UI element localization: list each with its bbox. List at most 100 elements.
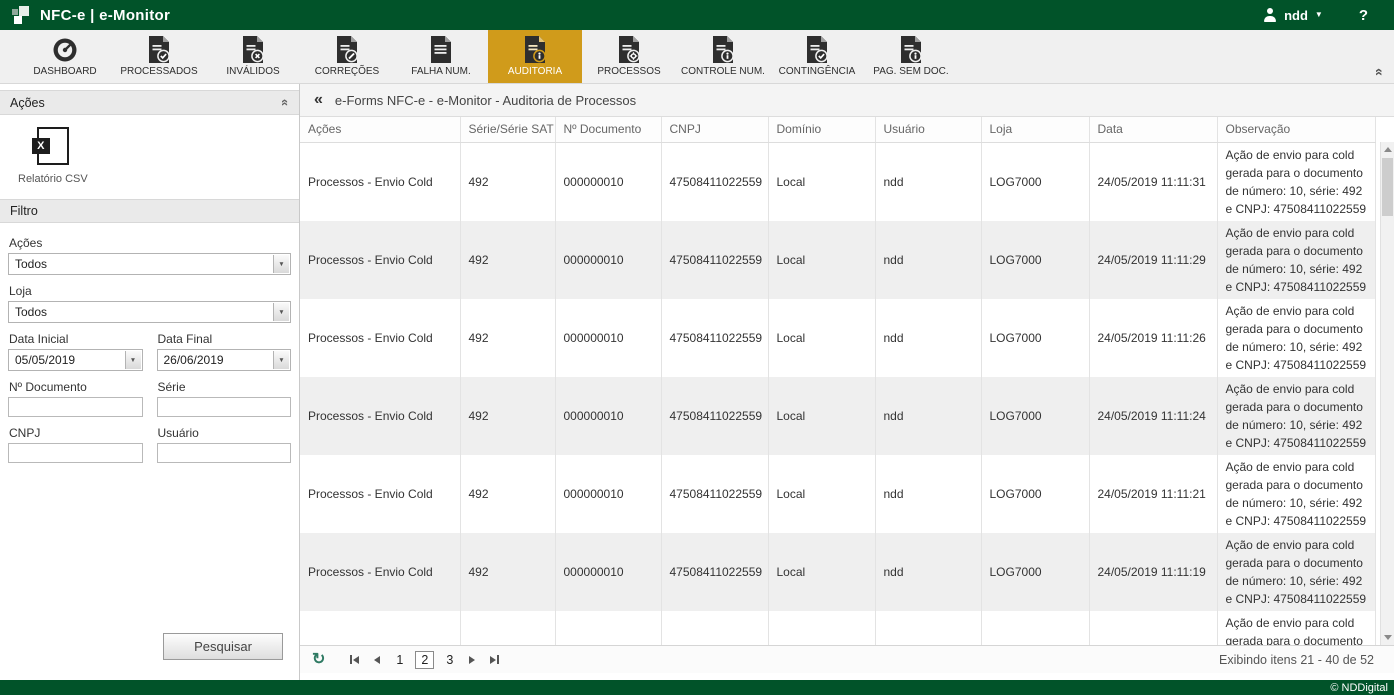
col-header-loja[interactable]: Loja xyxy=(981,117,1089,142)
data-final-select[interactable]: 26/06/2019 xyxy=(157,349,292,371)
tab-label: CONTROLE NUM. xyxy=(681,66,765,77)
dropdown-arrow-icon[interactable] xyxy=(273,351,289,369)
sidebar: Ações « X Relatório CSV Filtro Ações Tod… xyxy=(0,84,300,680)
table-row[interactable]: Processos - Envio Cold 492 000000010 475… xyxy=(300,142,1375,221)
dropdown-arrow-icon[interactable] xyxy=(273,255,289,273)
loja-filter-select[interactable]: Todos xyxy=(8,301,291,323)
actions-section-header[interactable]: Ações « xyxy=(0,90,299,115)
tab-controle-num[interactable]: CONTROLE NUM. xyxy=(676,30,770,83)
cell-acoes: Processos - Envio Cold xyxy=(300,377,460,455)
tab-processados[interactable]: PROCESSADOS xyxy=(112,30,206,83)
cell-serie: 492 xyxy=(460,221,555,299)
dropdown-arrow-icon[interactable] xyxy=(273,303,289,321)
cell-serie: 492 xyxy=(460,377,555,455)
data-inicial-select[interactable]: 05/05/2019 xyxy=(8,349,143,371)
cell-acoes: Processos - Envio Cold xyxy=(300,221,460,299)
acoes-filter-value: Todos xyxy=(15,257,47,271)
col-header-documento[interactable]: Nº Documento xyxy=(555,117,661,142)
scrollbar-down-arrow-icon[interactable] xyxy=(1381,630,1394,645)
cnpj-input[interactable] xyxy=(8,443,143,463)
cell-observacao: Ação de envio para cold gerada para o do… xyxy=(1217,611,1375,646)
cell-documento: 000000010 xyxy=(555,533,661,611)
cell-dominio: Local xyxy=(768,533,875,611)
page-number-1[interactable]: 1 xyxy=(391,652,408,668)
sidebar-collapse-chevron-icon[interactable]: « xyxy=(314,91,323,109)
table-row[interactable]: Processos - Envio Cold 492 000000010 475… xyxy=(300,377,1375,455)
footer-copyright: © NDDigital xyxy=(1330,682,1388,694)
col-header-serie[interactable]: Série/Série SAT xyxy=(460,117,555,142)
documento-label: Nº Documento xyxy=(9,380,143,394)
tab-processos[interactable]: PROCESSOS xyxy=(582,30,676,83)
table-row[interactable]: Processos - Envio Cold 492 000000010 475… xyxy=(300,455,1375,533)
user-name: ndd xyxy=(1284,8,1308,23)
dropdown-arrow-icon[interactable] xyxy=(125,351,141,369)
col-header-usuario[interactable]: Usuário xyxy=(875,117,981,142)
table-row[interactable]: Processos - Envio Cold 492 000000010 475… xyxy=(300,299,1375,377)
cell-cnpj: 47508411022559 xyxy=(661,455,768,533)
cell-observacao: Ação de envio para cold gerada para o do… xyxy=(1217,455,1375,533)
cell-observacao: Ação de envio para cold gerada para o do… xyxy=(1217,221,1375,299)
last-page-button[interactable] xyxy=(486,655,503,664)
csv-report-button[interactable]: X Relatório CSV xyxy=(18,127,88,185)
tab-label: PAG. SEM DOC. xyxy=(873,66,948,77)
tab-label: CONTINGÊNCIA xyxy=(779,66,856,77)
col-header-acoes[interactable]: Ações xyxy=(300,117,460,142)
col-header-observacao[interactable]: Observação xyxy=(1217,117,1375,142)
table-row[interactable]: Processos - Envio Cold 492 000000010 475… xyxy=(300,533,1375,611)
page-number-2-current[interactable]: 2 xyxy=(415,651,434,669)
table-row[interactable]: Processos - Envio Cold 492 000000010 475… xyxy=(300,221,1375,299)
cell-data: 24/05/2019 11:11:16 xyxy=(1089,611,1217,646)
first-page-button[interactable] xyxy=(346,655,363,664)
cell-data: 24/05/2019 11:11:29 xyxy=(1089,221,1217,299)
tab-dashboard[interactable]: DASHBOARD xyxy=(18,30,112,83)
tab-correcoes[interactable]: CORREÇÕES xyxy=(300,30,394,83)
scrollbar-thumb[interactable] xyxy=(1382,158,1393,216)
page-number-3[interactable]: 3 xyxy=(441,652,458,668)
scrollbar-up-arrow-icon[interactable] xyxy=(1381,142,1394,157)
col-header-dominio[interactable]: Domínio xyxy=(768,117,875,142)
col-header-cnpj[interactable]: CNPJ xyxy=(661,117,768,142)
user-menu[interactable]: ndd ▼ xyxy=(1262,8,1323,23)
usuario-input[interactable] xyxy=(157,443,292,463)
cell-cnpj: 47508411022559 xyxy=(661,611,768,646)
tab-falha-num[interactable]: FALHA NUM. xyxy=(394,30,488,83)
refresh-icon[interactable]: ↻ xyxy=(312,652,325,668)
tab-contingencia[interactable]: CONTINGÊNCIA xyxy=(770,30,864,83)
top-bar: NFC-e | e-Monitor ndd ▼ ? xyxy=(0,0,1394,30)
cell-cnpj: 47508411022559 xyxy=(661,299,768,377)
search-button[interactable]: Pesquisar xyxy=(163,633,283,660)
toolbar-collapse-chevron-icon[interactable]: « xyxy=(1372,68,1388,76)
previous-page-button[interactable] xyxy=(370,656,384,664)
cell-usuario: ndd xyxy=(875,455,981,533)
table-scrollbar[interactable] xyxy=(1380,142,1394,645)
tab-auditoria[interactable]: AUDITORIA xyxy=(488,30,582,83)
loja-filter-label: Loja xyxy=(9,284,291,298)
tab-label: PROCESSADOS xyxy=(120,66,197,77)
cell-loja: LOG7000 xyxy=(981,377,1089,455)
gauge-icon xyxy=(52,36,78,63)
data-inicial-value: 05/05/2019 xyxy=(15,353,75,367)
doc-check-icon xyxy=(806,36,828,63)
cell-documento: 000000010 xyxy=(555,142,661,221)
acoes-filter-select[interactable]: Todos xyxy=(8,253,291,275)
tab-pag-sem-doc[interactable]: PAG. SEM DOC. xyxy=(864,30,958,83)
cell-serie: 492 xyxy=(460,611,555,646)
table-row[interactable]: Processos - Envio Cold 492 000000010 475… xyxy=(300,611,1375,646)
col-header-data[interactable]: Data xyxy=(1089,117,1217,142)
cell-usuario: ndd xyxy=(875,533,981,611)
next-page-button[interactable] xyxy=(465,656,479,664)
tab-label: CORREÇÕES xyxy=(315,66,379,77)
app-window: NFC-e | e-Monitor ndd ▼ ? DASHBOARD PROC… xyxy=(0,0,1394,695)
doc-lines-icon xyxy=(430,36,452,63)
chevron-down-icon: ▼ xyxy=(1315,11,1323,19)
tab-invalidos[interactable]: INVÁLIDOS xyxy=(206,30,300,83)
tab-label: PROCESSOS xyxy=(597,66,660,77)
filter-section-header[interactable]: Filtro xyxy=(0,199,299,223)
actions-header-label: Ações xyxy=(10,96,45,110)
help-button[interactable]: ? xyxy=(1359,7,1368,24)
documento-input[interactable] xyxy=(8,397,143,417)
acoes-filter-label: Ações xyxy=(9,236,291,250)
serie-input[interactable] xyxy=(157,397,292,417)
cell-serie: 492 xyxy=(460,455,555,533)
cell-usuario: ndd xyxy=(875,611,981,646)
